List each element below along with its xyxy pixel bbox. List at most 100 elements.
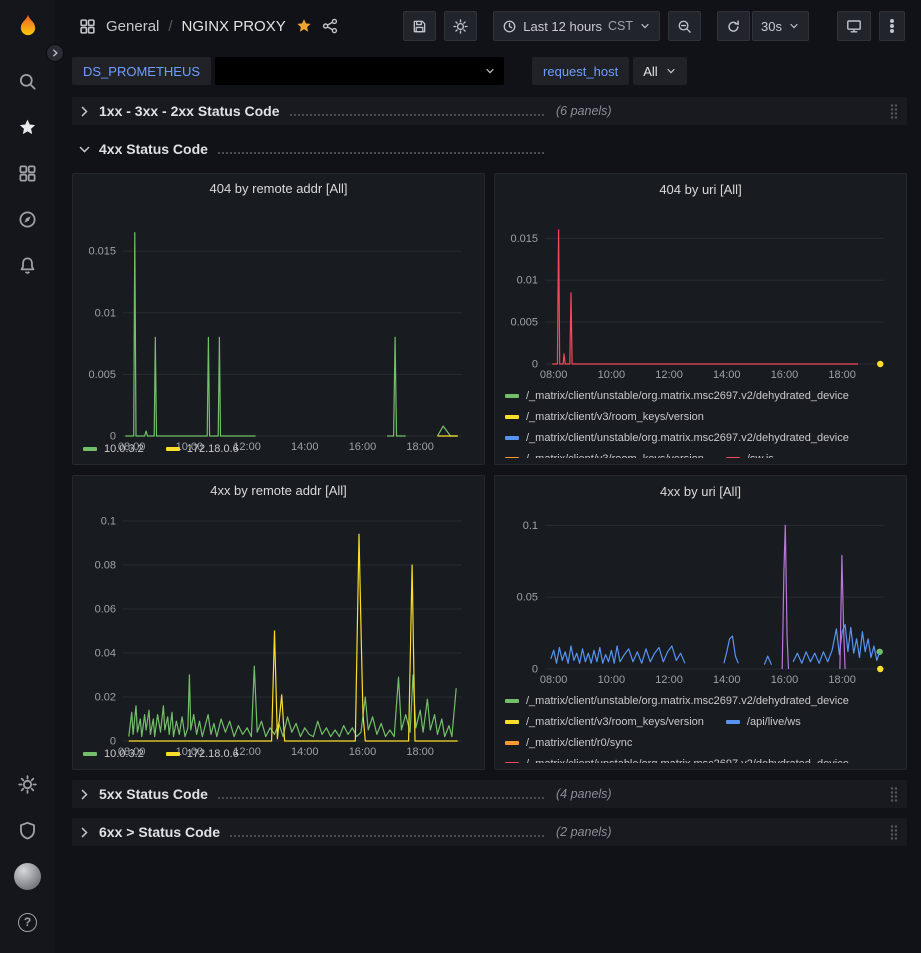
sidebar-item-search[interactable] — [0, 58, 55, 104]
clock-icon — [502, 19, 517, 34]
sidebar-item-starred[interactable] — [0, 104, 55, 150]
legend-item[interactable]: /_matrix/client/unstable/org.matrix.msc2… — [505, 390, 849, 402]
datasource-select[interactable] — [215, 57, 504, 85]
panel-title[interactable]: 4xx by remote addr [All] — [83, 480, 474, 502]
breadcrumb-dashboard-title[interactable]: NGINX PROXY — [182, 18, 286, 35]
time-series-chart[interactable]: 00.020.040.060.080.108:0010:0012:0014:00… — [83, 502, 474, 741]
legend-item[interactable]: /_matrix/client/unstable/org.matrix.msc2… — [505, 695, 849, 707]
chart-canvas: 00.020.040.060.080.108:0010:0012:0014:00… — [83, 502, 474, 758]
legend-series-label: /_matrix/client/v3/room_keys/version — [526, 453, 704, 459]
save-dashboard-button[interactable] — [403, 11, 436, 41]
chart-canvas: 00.0050.010.01508:0010:0012:0014:0016:00… — [83, 200, 474, 453]
panel-title[interactable]: 404 by uri [All] — [505, 178, 896, 201]
request-host-select[interactable]: All — [633, 57, 686, 85]
row-title: 5xx Status Code — [99, 786, 208, 802]
legend-item[interactable]: /_matrix/client/unstable/org.matrix.msc2… — [505, 758, 849, 764]
svg-text:0.005: 0.005 — [510, 317, 538, 329]
time-series-chart[interactable]: 00.0050.010.01508:0010:0012:0014:0016:00… — [83, 200, 474, 436]
legend-item[interactable]: 10.0.3.2 — [83, 443, 144, 455]
svg-text:0.04: 0.04 — [95, 647, 116, 659]
legend-item[interactable]: /_matrix/client/v3/room_keys/version — [505, 716, 704, 728]
svg-text:0.01: 0.01 — [517, 275, 538, 287]
row-5xx-status-code[interactable]: 5xx Status Code (4 panels) — [72, 780, 907, 808]
refresh-interval-select[interactable]: 30s — [752, 11, 809, 41]
legend-item[interactable]: /sw.js — [726, 453, 774, 459]
row-title: 1xx - 3xx - 2xx Status Code — [99, 103, 280, 119]
row-title: 4xx Status Code — [99, 141, 208, 157]
svg-text:10:00: 10:00 — [598, 369, 626, 381]
refresh-button[interactable] — [717, 11, 750, 41]
breadcrumb: General / NGINX PROXY — [106, 18, 286, 35]
gear-icon — [18, 775, 37, 794]
row-title: 6xx > Status Code — [99, 824, 220, 840]
row-drag-handle[interactable] — [889, 103, 899, 120]
grafana-logo[interactable] — [11, 10, 45, 44]
gear-icon — [453, 19, 468, 34]
legend-series-label: /_matrix/client/unstable/org.matrix.msc2… — [526, 695, 849, 707]
chart-canvas: 00.0050.010.01508:0010:0012:0014:0016:00… — [505, 201, 896, 381]
tv-mode-button[interactable] — [837, 11, 871, 41]
legend-series-label: /_matrix/client/v3/room_keys/version — [526, 411, 704, 423]
chevron-down-icon — [788, 20, 800, 32]
variable-label-request-host[interactable]: request_host — [532, 57, 629, 85]
chevron-down-icon — [665, 65, 677, 77]
legend-item[interactable]: 172.18.0.6 — [166, 748, 239, 760]
legend-item[interactable]: /_matrix/client/v3/room_keys/version — [505, 411, 704, 423]
breadcrumb-folder[interactable]: General — [106, 18, 159, 35]
sidebar-item-dashboards[interactable] — [0, 150, 55, 196]
time-range-picker[interactable]: Last 12 hours CST — [493, 11, 660, 41]
share-icon[interactable] — [322, 18, 338, 34]
legend-series-label: /_matrix/client/unstable/org.matrix.msc2… — [526, 432, 849, 444]
legend-item[interactable]: 10.0.3.2 — [83, 748, 144, 760]
zoom-out-time-button[interactable] — [668, 11, 701, 41]
legend-item[interactable]: /_matrix/client/r0/sync — [505, 737, 632, 749]
sidebar-item-configuration[interactable] — [0, 761, 55, 807]
save-icon — [412, 19, 427, 34]
svg-text:0.015: 0.015 — [510, 233, 538, 245]
row-1xx-3xx-2xx-status-code[interactable]: 1xx - 3xx - 2xx Status Code (6 panels) — [72, 97, 907, 125]
time-range-label: Last 12 hours — [523, 19, 602, 34]
svg-text:12:00: 12:00 — [655, 674, 683, 686]
row-4xx-status-code[interactable]: 4xx Status Code — [72, 135, 907, 163]
panel-title[interactable]: 404 by remote addr [All] — [83, 178, 474, 200]
svg-text:18:00: 18:00 — [828, 674, 856, 686]
apps-icon — [79, 18, 96, 35]
sidebar-item-server-admin[interactable] — [0, 807, 55, 853]
sidebar-item-help[interactable]: ? — [0, 899, 55, 945]
legend-row: /_matrix/client/v3/room_keys/version/api… — [505, 711, 896, 732]
legend-item[interactable]: /api/live/ws — [726, 716, 801, 728]
legend-row: /_matrix/client/unstable/org.matrix.msc2… — [505, 385, 896, 406]
legend-item[interactable]: /_matrix/client/v3/room_keys/version — [505, 453, 704, 459]
legend-item[interactable]: 172.18.0.6 — [166, 443, 239, 455]
time-series-chart[interactable]: 00.050.108:0010:0012:0014:0016:0018:00 — [505, 503, 896, 687]
panel-title[interactable]: 4xx by uri [All] — [505, 480, 896, 503]
variable-label-ds-prometheus[interactable]: DS_PROMETHEUS — [72, 57, 211, 85]
dashboard-settings-button[interactable] — [444, 11, 477, 41]
chevron-down-icon — [78, 143, 91, 156]
legend-item[interactable]: /_matrix/client/unstable/org.matrix.msc2… — [505, 432, 849, 444]
sidebar-item-alerting[interactable] — [0, 242, 55, 288]
legend-row: /_matrix/client/unstable/org.matrix.msc2… — [505, 690, 896, 711]
legend-series-label: /_matrix/client/r0/sync — [526, 737, 632, 749]
legend-series-marker-icon — [505, 415, 519, 419]
time-series-chart[interactable]: 00.0050.010.01508:0010:0012:0014:0016:00… — [505, 201, 896, 382]
search-icon — [18, 72, 37, 91]
svg-text:0.1: 0.1 — [101, 515, 116, 527]
star-icon — [18, 118, 37, 137]
favorite-star-icon[interactable] — [296, 18, 312, 34]
legend-series-marker-icon — [166, 752, 180, 756]
sidebar-item-profile[interactable] — [0, 853, 55, 899]
sidebar-expand-button[interactable] — [46, 44, 64, 62]
row-panel-count: (4 panels) — [556, 787, 612, 801]
row-drag-handle[interactable] — [889, 786, 899, 803]
legend-series-label: 172.18.0.6 — [187, 443, 239, 455]
legend-series-label: /_matrix/client/unstable/org.matrix.msc2… — [526, 758, 849, 764]
row-drag-handle[interactable] — [889, 824, 899, 841]
panel-grid-404: 404 by remote addr [All] 00.0050.010.015… — [72, 173, 907, 465]
panel-404-by-remote-addr: 404 by remote addr [All] 00.0050.010.015… — [72, 173, 485, 465]
row-6xx-status-code[interactable]: 6xx > Status Code (2 panels) — [72, 818, 907, 846]
sidebar-item-explore[interactable] — [0, 196, 55, 242]
legend-series-marker-icon — [505, 762, 519, 764]
kebab-icon — [890, 18, 894, 34]
more-options-button[interactable] — [879, 11, 905, 41]
